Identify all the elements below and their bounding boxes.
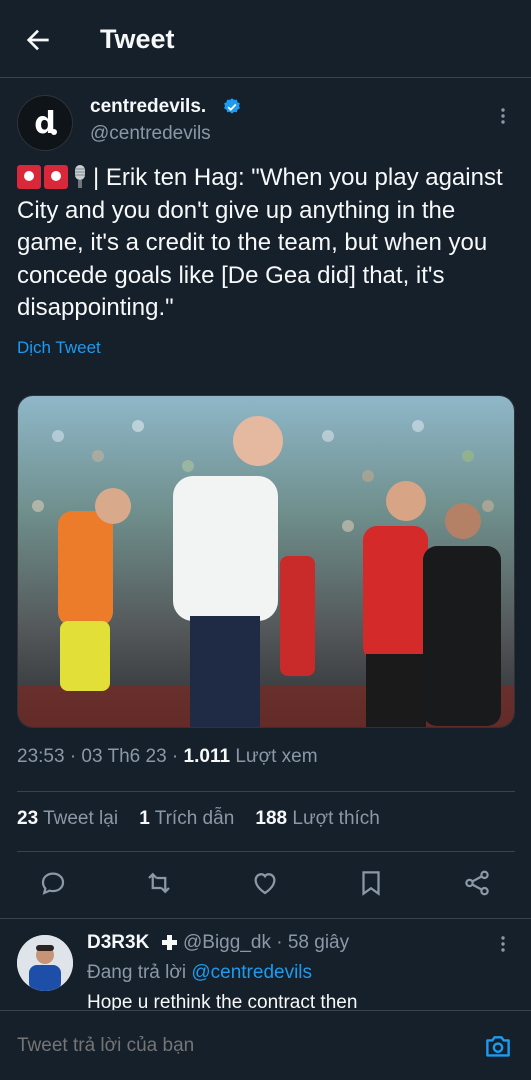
- retweet-icon[interactable]: [144, 868, 174, 898]
- replying-to-link[interactable]: @centredevils: [191, 962, 312, 983]
- bookmark-icon[interactable]: [356, 868, 386, 898]
- avatar-dot: [51, 129, 57, 135]
- back-arrow-icon[interactable]: [22, 24, 54, 56]
- reply-input[interactable]: [17, 1035, 457, 1057]
- likes-label: Lượt thích: [287, 808, 380, 829]
- more-options-icon[interactable]: [496, 106, 510, 126]
- tweet-body-text: | Erik ten Hag: "When you play against C…: [17, 164, 503, 321]
- author-handle[interactable]: @centredevils: [90, 123, 211, 145]
- translate-link[interactable]: Dịch Tweet: [17, 338, 101, 358]
- likes-stat[interactable]: 188 Lượt thích: [255, 808, 379, 829]
- cross-emoji-icon: [162, 935, 177, 950]
- views-label: Lượt xem: [230, 746, 318, 767]
- retweets-count: 23: [17, 808, 39, 829]
- tweet-time: 23:53 · 03 Th6 23 ·: [17, 746, 184, 767]
- siren-emoji-icon: [17, 165, 41, 189]
- tweet-text: | Erik ten Hag: "When you play against C…: [17, 162, 517, 325]
- microphone-emoji-icon: [75, 165, 85, 188]
- retweets-stat[interactable]: 23 Tweet lại: [17, 808, 118, 829]
- replying-to: Đang trả lời @centredevils: [87, 962, 312, 984]
- author-name[interactable]: centredevils.: [90, 96, 206, 118]
- page-title: Tweet: [100, 24, 175, 54]
- likes-count: 188: [255, 808, 288, 829]
- author-avatar[interactable]: d: [17, 95, 73, 151]
- tweet-photo[interactable]: [17, 395, 515, 728]
- avatar-letter: d: [34, 105, 56, 141]
- verified-badge-icon: [224, 98, 240, 114]
- replying-prefix: Đang trả lời: [87, 962, 192, 983]
- more-options-icon[interactable]: [496, 934, 510, 954]
- reply-handle-time[interactable]: @Bigg_dk · 58 giây: [183, 932, 349, 954]
- divider: [0, 918, 531, 919]
- siren-emoji-icon: [44, 165, 68, 189]
- divider: [17, 791, 515, 792]
- quotes-count: 1: [139, 808, 150, 829]
- like-icon[interactable]: [250, 868, 280, 898]
- reply-author-name[interactable]: D3R3K: [87, 932, 149, 954]
- quotes-stat[interactable]: 1 Trích dẫn: [139, 808, 234, 829]
- reply-avatar-image: [17, 935, 73, 991]
- tweet-meta: 23:53 · 03 Th6 23 · 1.011 Lượt xem: [17, 746, 318, 768]
- engagement-stats: 23 Tweet lại 1 Trích dẫn 188 Lượt thích: [17, 808, 380, 830]
- photo-image: [18, 396, 514, 727]
- retweets-label: Tweet lại: [38, 808, 119, 829]
- reply-avatar[interactable]: [17, 935, 73, 991]
- share-icon[interactable]: [462, 868, 492, 898]
- views-count: 1.011: [183, 746, 231, 767]
- quotes-label: Trích dẫn: [149, 808, 235, 829]
- reply-icon[interactable]: [38, 868, 68, 898]
- top-bar: [0, 0, 531, 78]
- divider: [17, 851, 515, 852]
- camera-icon[interactable]: [483, 1031, 513, 1061]
